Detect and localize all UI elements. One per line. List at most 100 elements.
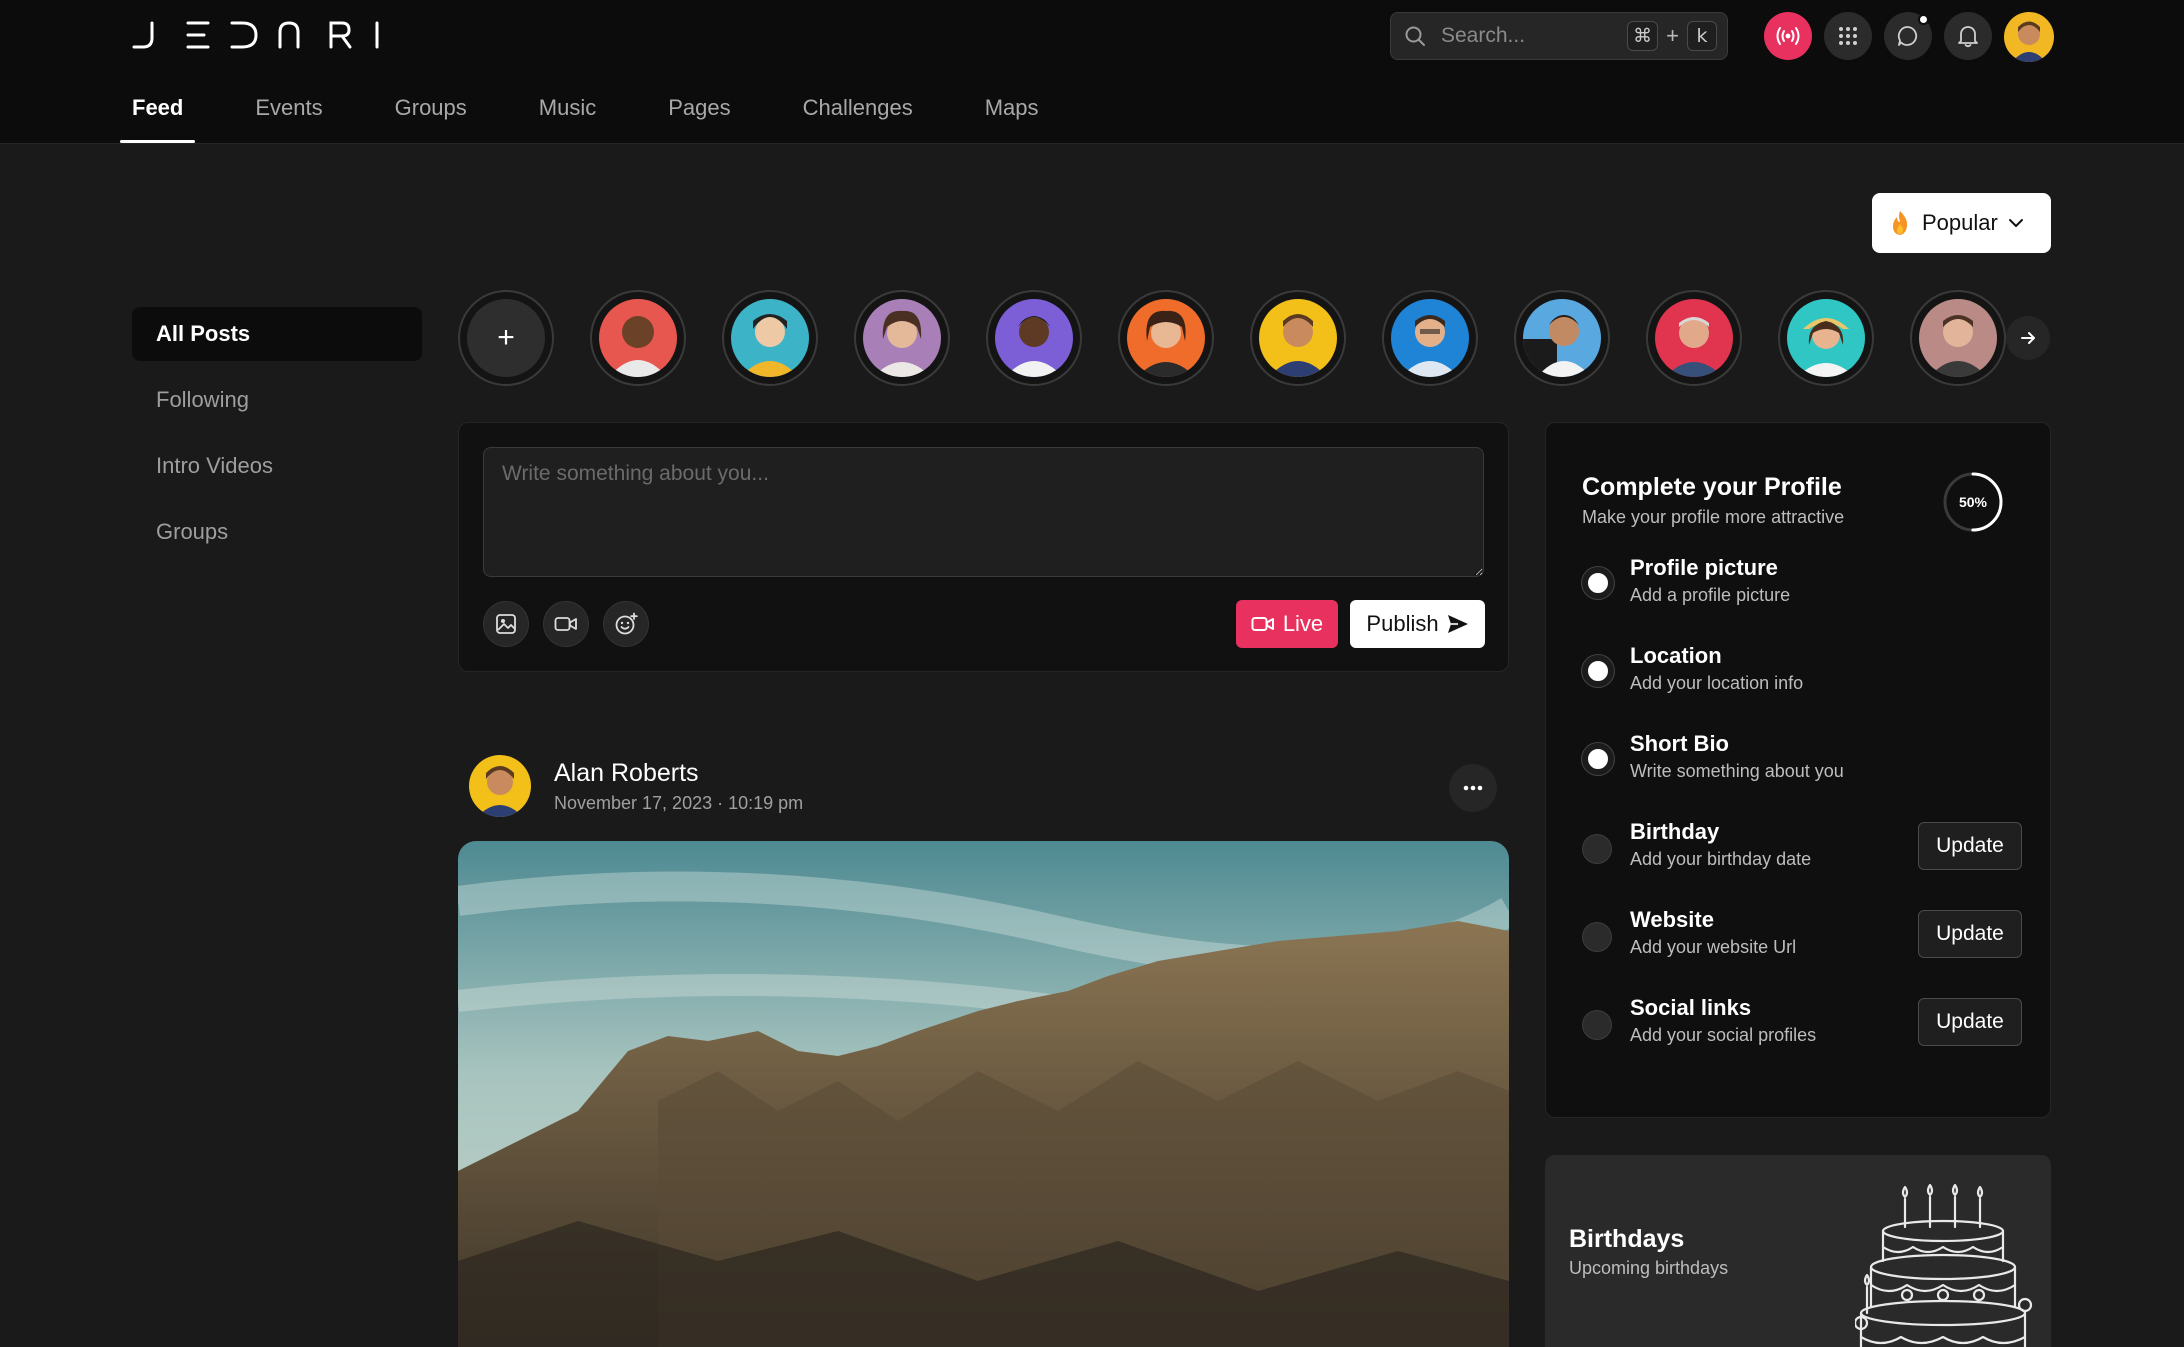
top-bar: ⌘ + k Feed Events Groups Music Pages Cha… [0,0,2184,144]
task-subtitle: Write something about you [1630,761,1844,781]
task-title: Social links [1630,995,1752,1020]
cake-illustration [1855,1183,2033,1347]
live-label: Live [1282,611,1324,636]
story-avatar[interactable] [1778,290,1874,386]
birthdays-subtitle: Upcoming birthdays [1569,1258,1729,1278]
search-box[interactable]: ⌘ + k [1390,12,1728,60]
story-avatar[interactable] [1118,290,1214,386]
story-avatar[interactable] [590,290,686,386]
sidebar-item-all-posts[interactable]: All Posts [132,307,422,361]
chevron-down-icon [2008,219,2023,227]
task-title: Profile picture [1630,555,1778,580]
story-avatar[interactable] [722,290,818,386]
tab-challenges[interactable]: Challenges [791,85,925,143]
profile-task-birthday: Birthday Add your birthday date Update [1582,819,2022,879]
jednari-logo[interactable] [132,20,382,50]
profile-task-bio[interactable]: Short Bio Write something about you [1582,731,2022,791]
broadcast-icon [1776,27,1800,45]
user-avatar[interactable] [2004,12,2054,62]
task-subtitle: Add your social profiles [1630,1025,1817,1045]
task-subtitle: Add your location info [1630,673,1804,693]
update-social-links-button[interactable]: Update [1918,998,2022,1046]
profile-progress-label: 50% [1958,494,1988,510]
video-icon [554,617,577,631]
story-avatar[interactable] [1646,290,1742,386]
add-photo-button[interactable] [483,601,529,647]
task-subtitle: Add a profile picture [1630,585,1791,605]
profile-task-location[interactable]: Location Add your location info [1582,643,2022,703]
sidebar-item-following[interactable]: Following [132,373,422,427]
sidebar-item-groups[interactable]: Groups [132,505,422,559]
grid-icon [1839,27,1857,45]
tab-maps[interactable]: Maps [973,85,1051,143]
story-avatar[interactable] [1382,290,1478,386]
tab-groups[interactable]: Groups [383,85,479,143]
post-textarea[interactable] [483,447,1484,577]
task-complete-radio[interactable] [1582,655,1614,687]
send-icon [1447,615,1468,633]
main-nav: Feed Events Groups Music Pages Challenge… [120,85,1099,143]
publish-label: Publish [1366,611,1439,636]
story-avatar[interactable] [1514,290,1610,386]
bell-icon [1958,26,1978,48]
add-emoji-button[interactable] [603,601,649,647]
task-complete-radio[interactable] [1582,567,1614,599]
task-title: Short Bio [1630,731,1729,756]
emoji-icon [615,612,638,635]
profile-task-social-links: Social links Add your social profiles Up… [1582,995,2022,1055]
task-title: Website [1630,907,1714,932]
chat-icon [1897,26,1918,46]
image-icon [496,614,516,634]
task-incomplete-radio[interactable] [1582,834,1612,864]
task-incomplete-radio[interactable] [1582,922,1612,952]
profile-task-website: Website Add your website Url Update [1582,907,2022,967]
go-live-button[interactable] [1764,12,1812,60]
story-avatar[interactable] [1250,290,1346,386]
story-avatar[interactable] [986,290,1082,386]
post-options-button[interactable] [1449,764,1497,812]
profile-progress-ring: 50% [1942,471,2004,533]
sort-dropdown[interactable]: Popular [1872,193,2051,253]
profile-card-subtitle: Make your profile more attractive [1582,507,1845,527]
task-title: Birthday [1630,819,1720,844]
post-author-avatar[interactable] [469,755,531,817]
tab-feed[interactable]: Feed [120,85,196,143]
notifications-button[interactable] [1944,12,1992,60]
shortcut-cmd-key: ⌘ [1627,21,1659,51]
task-subtitle: Add your website Url [1630,937,1797,957]
tab-music[interactable]: Music [527,85,608,143]
task-complete-radio[interactable] [1582,743,1614,775]
stories-next-button[interactable] [2006,316,2050,360]
task-title: Location [1630,643,1722,668]
update-website-button[interactable]: Update [1918,910,2022,958]
story-avatar[interactable] [1910,290,2006,386]
more-horizontal-icon [1463,785,1483,791]
task-incomplete-radio[interactable] [1582,1010,1612,1040]
tab-pages[interactable]: Pages [656,85,742,143]
publish-button[interactable]: Publish [1350,600,1485,648]
birthdays-title: Birthdays [1569,1225,1685,1253]
post-image[interactable] [458,841,1509,1347]
shortcut-plus: + [1666,23,1679,48]
unread-dot [1918,14,1929,25]
sort-label: Popular [1922,210,1998,235]
complete-profile-card: Complete your Profile Make your profile … [1545,422,2051,1118]
video-icon [1251,617,1274,631]
profile-task-picture[interactable]: Profile picture Add a profile picture [1582,555,2022,615]
update-birthday-button[interactable]: Update [1918,822,2022,870]
sidebar-item-intro-videos[interactable]: Intro Videos [132,439,422,493]
search-input[interactable] [1441,24,1628,48]
live-button[interactable]: Live [1236,600,1338,648]
add-video-button[interactable] [543,601,589,647]
shortcut-k-key: k [1687,21,1717,51]
apps-button[interactable] [1824,12,1872,60]
add-story-button[interactable]: + [458,290,554,386]
task-subtitle: Add your birthday date [1630,849,1812,869]
post-timestamp: November 17, 2023 · 10:19 pm [554,793,804,813]
messages-button[interactable] [1884,12,1932,60]
post-author-name[interactable]: Alan Roberts [554,759,699,788]
story-avatar[interactable] [854,290,950,386]
plus-icon: + [497,321,515,354]
post-composer: Live Publish [458,422,1509,672]
tab-events[interactable]: Events [243,85,334,143]
